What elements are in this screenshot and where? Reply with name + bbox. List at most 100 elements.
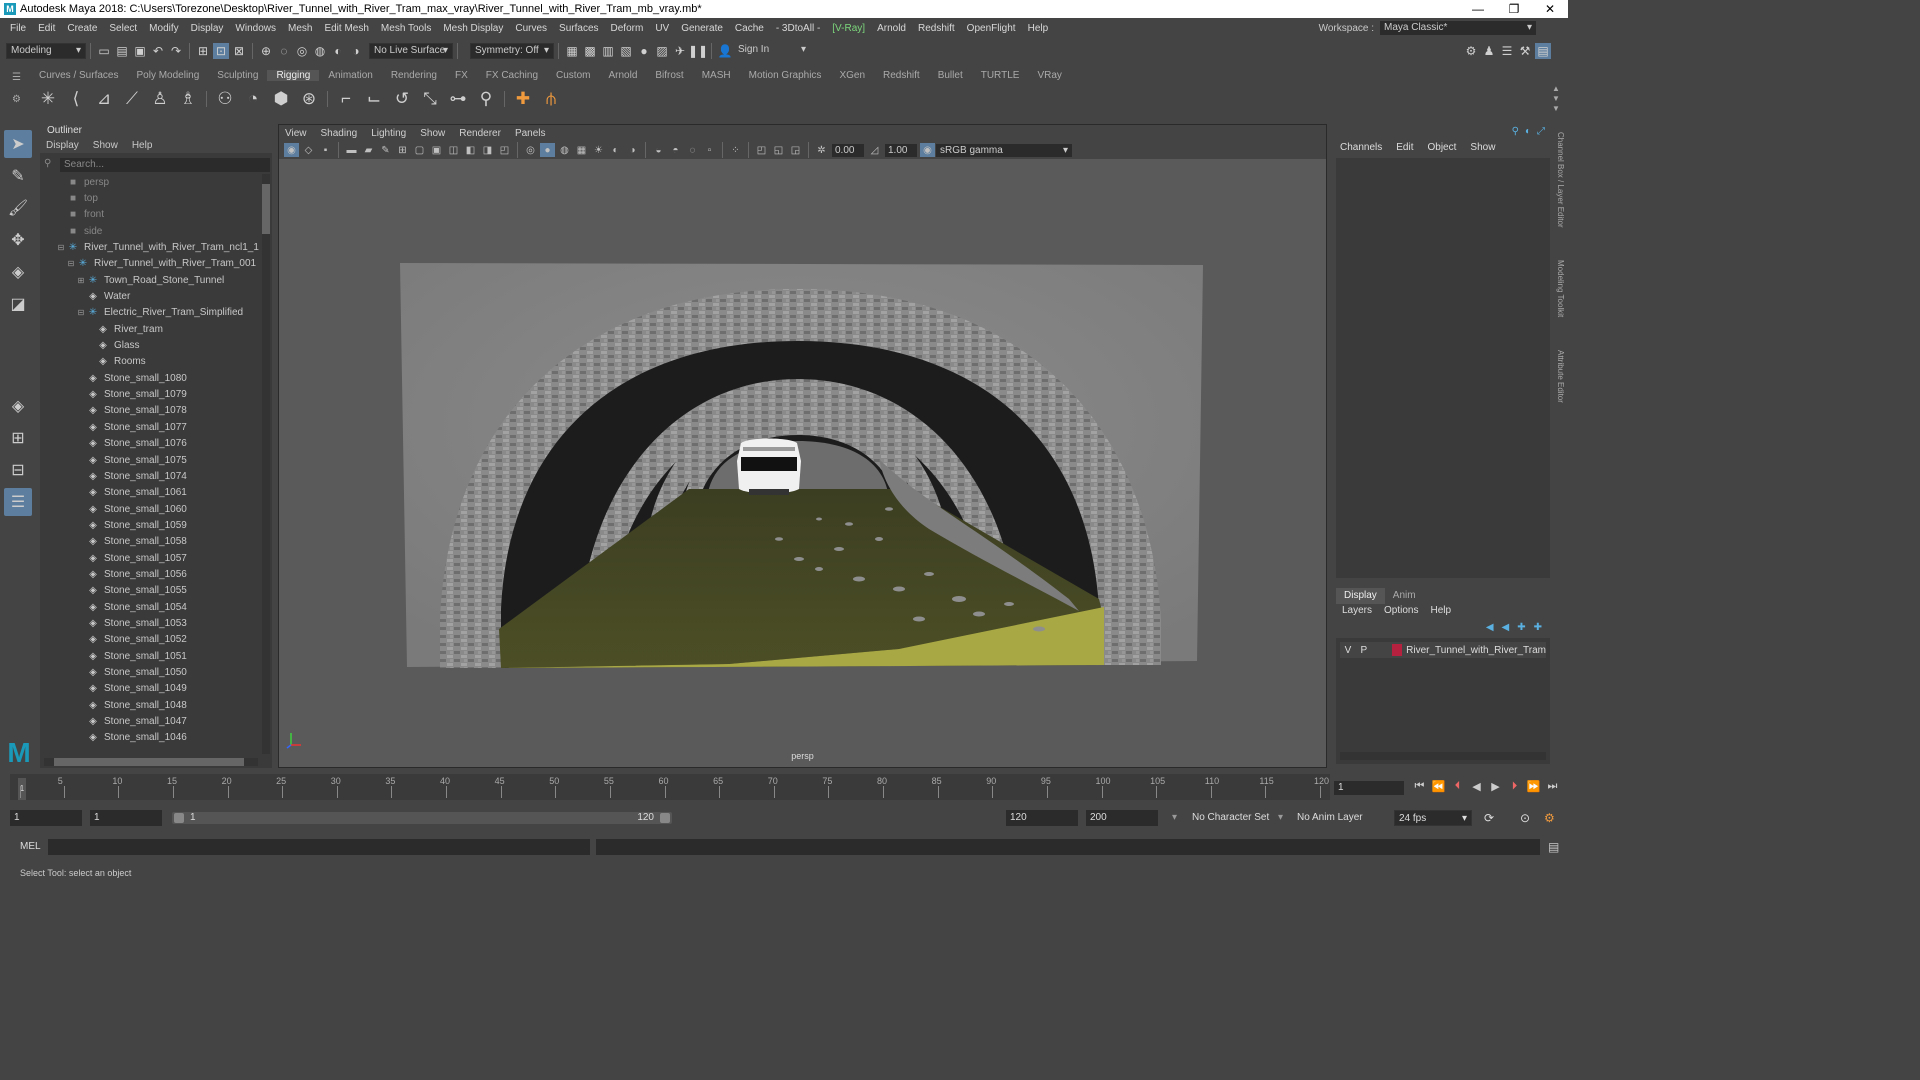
outliner-item[interactable]: ◈ Stone_small_1078: [40, 403, 262, 419]
layer-menu-help[interactable]: Help: [1430, 605, 1451, 616]
range-slider[interactable]: 1 120: [172, 812, 672, 824]
live-surface-field[interactable]: No Live Surface: [369, 43, 453, 59]
save-scene-icon[interactable]: ▣: [132, 43, 148, 59]
snap-grid-icon[interactable]: ⊕: [258, 43, 274, 59]
loop-icon[interactable]: ⟳: [1484, 810, 1494, 826]
outliner-item[interactable]: ◈ Stone_small_1079: [40, 386, 262, 402]
new-scene-icon[interactable]: ▭: [96, 43, 112, 59]
viewport-menu-renderer[interactable]: Renderer: [459, 128, 501, 139]
locator-icon[interactable]: ✚: [511, 87, 535, 111]
ik-handle-icon[interactable]: ⊿: [92, 87, 116, 111]
shelf-tab-custom[interactable]: Custom: [547, 70, 599, 81]
select-object-icon[interactable]: ⊡: [213, 43, 229, 59]
shelf-tab-vray[interactable]: VRay: [1028, 70, 1070, 81]
expand-toggle-icon[interactable]: ⊟: [66, 259, 76, 268]
play-forwards-icon[interactable]: ▶: [1486, 780, 1505, 793]
outliner-item[interactable]: ◈ Rooms: [40, 354, 262, 370]
outliner-item[interactable]: ◈ Stone_small_1052: [40, 632, 262, 648]
vray-render-icon[interactable]: ▨: [654, 43, 670, 59]
channel-box-menu-edit[interactable]: Edit: [1396, 142, 1413, 153]
single-pane-icon[interactable]: ◈: [4, 392, 32, 420]
layer-tab-anim[interactable]: Anim: [1385, 588, 1424, 604]
new-layer-icon[interactable]: ✚: [1517, 622, 1525, 633]
cluster-icon[interactable]: ⫛: [539, 87, 563, 111]
depth-of-field-icon[interactable]: ◲: [788, 143, 803, 157]
ambient-occlusion-icon[interactable]: ◑: [625, 143, 640, 157]
outliner-menu-help[interactable]: Help: [132, 140, 153, 151]
outliner-item[interactable]: ◈ Stone_small_1076: [40, 436, 262, 452]
channel-box-settings-icon[interactable]: ⚲: [1512, 126, 1519, 137]
outliner-item[interactable]: ⊟ ✳ Electric_River_Tram_Simplified: [40, 305, 262, 321]
expand-toggle-icon[interactable]: ⊞: [76, 276, 86, 285]
safe-action-icon[interactable]: ◨: [480, 143, 495, 157]
shelf-tab-fx[interactable]: FX: [446, 70, 477, 81]
point-constraint-icon[interactable]: ⌙: [362, 87, 386, 111]
channel-box-icon[interactable]: ▤: [1535, 43, 1551, 59]
outliner-item[interactable]: ◈ Stone_small_1060: [40, 501, 262, 517]
time-slider[interactable]: 1 5 10 15 20 25 30 35 40 45 50 55 60 65 70 75 80 85 90 95 1…: [10, 774, 1330, 800]
sign-in-button[interactable]: Sign In: [734, 43, 810, 59]
outliner-menu-display[interactable]: Display: [46, 140, 79, 151]
scroll-thumb[interactable]: [262, 184, 270, 234]
playback-end-field[interactable]: 120: [1006, 810, 1078, 826]
render-view-icon[interactable]: ▦: [564, 43, 580, 59]
scene-render[interactable]: [279, 159, 1326, 753]
image-plane-icon[interactable]: ▬: [344, 143, 359, 157]
gamma-field[interactable]: 1.00: [885, 143, 917, 157]
channel-box-menu-channels[interactable]: Channels: [1340, 142, 1382, 153]
menu-mesh-display[interactable]: Mesh Display: [437, 23, 509, 34]
shelf-menu-icon[interactable]: ☰ ⚙: [12, 72, 24, 112]
outliner-menu-show[interactable]: Show: [93, 140, 118, 151]
play-backwards-icon[interactable]: ◀: [1467, 780, 1486, 793]
outliner-item[interactable]: ◈ Stone_small_1056: [40, 566, 262, 582]
outliner-item[interactable]: ◈ Stone_small_1047: [40, 713, 262, 729]
layer-visibility-toggle[interactable]: V: [1340, 645, 1356, 656]
scale-constraint-icon[interactable]: ⤡: [418, 87, 442, 111]
mel-input[interactable]: [48, 839, 590, 855]
create-joints-icon[interactable]: ✳: [36, 87, 60, 111]
snap-view-icon[interactable]: ◍: [312, 43, 328, 59]
anim-layer-dropdown-icon[interactable]: ▾: [1278, 810, 1283, 826]
multisample-icon[interactable]: ⁘: [728, 143, 743, 157]
menu-redshift[interactable]: Redshift: [912, 23, 961, 34]
menu-windows[interactable]: Windows: [229, 23, 282, 34]
aim-constraint-icon[interactable]: ⊶: [446, 87, 470, 111]
bind-skin-icon[interactable]: ⚇: [213, 87, 237, 111]
snap-live-icon[interactable]: ◑: [348, 43, 364, 59]
outliner-item[interactable]: ◈ Stone_small_1050: [40, 664, 262, 680]
scale-tool-icon[interactable]: ◪: [4, 290, 32, 318]
menu-v-ray[interactable]: [V-Ray]: [826, 23, 871, 34]
hypershade-icon[interactable]: ●: [636, 43, 652, 59]
resolution-gate-icon[interactable]: ▣: [429, 143, 444, 157]
close-button[interactable]: ✕: [1532, 2, 1568, 16]
snap-curve-icon[interactable]: ◌: [276, 43, 292, 59]
exposure-field[interactable]: 0.00: [832, 143, 864, 157]
pole-vector-icon[interactable]: ⚲: [474, 87, 498, 111]
two-pane-icon[interactable]: ⊟: [4, 456, 32, 484]
move-tool-icon[interactable]: ✥: [4, 226, 32, 254]
character-set-dropdown-icon[interactable]: ▾: [1172, 810, 1177, 826]
character-controls-icon[interactable]: ♟: [1481, 43, 1497, 59]
script-editor-icon[interactable]: ▤: [1548, 840, 1559, 854]
outliner-item[interactable]: ■ side: [40, 223, 262, 239]
move-layer-up-icon[interactable]: ◀: [1486, 622, 1494, 633]
rotate-tool-icon[interactable]: ◈: [4, 258, 32, 286]
xray-joints-icon[interactable]: ◌: [685, 143, 700, 157]
outliner-item[interactable]: ◈ Stone_small_1059: [40, 517, 262, 533]
lasso-tool-icon[interactable]: ✎: [4, 162, 32, 190]
outliner-item[interactable]: ■ front: [40, 207, 262, 223]
layer-color-swatch[interactable]: [1391, 644, 1403, 656]
menu-mesh-tools[interactable]: Mesh Tools: [375, 23, 437, 34]
menu-uv[interactable]: UV: [649, 23, 675, 34]
select-camera-icon[interactable]: ◉: [284, 143, 299, 157]
step-back-key-icon[interactable]: ⏪: [1429, 780, 1448, 793]
layer-horizontal-scrollbar[interactable]: [1340, 752, 1546, 760]
undo-icon[interactable]: ↶: [150, 43, 166, 59]
go-to-start-icon[interactable]: ⏮: [1410, 780, 1429, 793]
outliner-item[interactable]: ◈ Stone_small_1057: [40, 550, 262, 566]
xray-icon[interactable]: ◓: [668, 143, 683, 157]
viewport-menu-lighting[interactable]: Lighting: [371, 128, 406, 139]
outliner-item[interactable]: ■ top: [40, 190, 262, 206]
viewport-menu-shading[interactable]: Shading: [321, 128, 358, 139]
shelf-tab-fx-caching[interactable]: FX Caching: [477, 70, 547, 81]
